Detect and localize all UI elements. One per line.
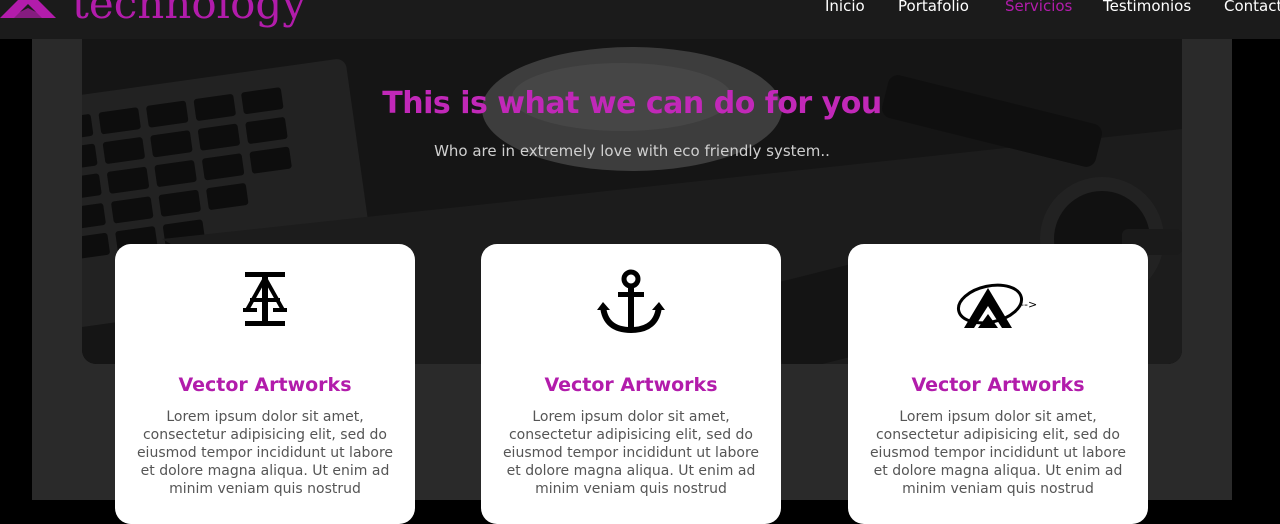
brand-mark-icon xyxy=(0,0,56,18)
hero-title: This is what we can do for you xyxy=(382,86,882,121)
brand-name: technology xyxy=(72,0,306,28)
card-title: Vector Artworks xyxy=(178,374,352,396)
typography-a-icon xyxy=(243,272,287,326)
nav-item-inicio[interactable]: Inicio xyxy=(825,0,865,16)
service-card-1[interactable]: Vector Artworks Lorem ipsum dolor sit am… xyxy=(115,244,415,524)
card-text: Lorem ipsum dolor sit amet, consectetur … xyxy=(869,409,1127,497)
nav-item-contact[interactable]: Contact xyxy=(1224,0,1280,16)
service-card-2[interactable]: Vector Artworks Lorem ipsum dolor sit am… xyxy=(481,244,781,524)
anchor-icon xyxy=(597,269,665,334)
nav-item-portafolio[interactable]: Portafolio xyxy=(898,0,969,16)
card-title: Vector Artworks xyxy=(911,374,1085,396)
arrow-a-logo-icon: --> xyxy=(956,283,1037,328)
card-text: Lorem ipsum dolor sit amet, consectetur … xyxy=(502,409,760,497)
top-navbar: technology Inicio Portafolio Servicios T… xyxy=(0,0,1280,39)
nav-item-testimonios[interactable]: Testimonios xyxy=(1103,0,1191,16)
card-text: Lorem ipsum dolor sit amet, consectetur … xyxy=(136,409,394,497)
icon-caption: --> xyxy=(1020,298,1037,311)
card-title: Vector Artworks xyxy=(544,374,718,396)
nav-item-servicios[interactable]: Servicios xyxy=(1005,0,1072,16)
hero-subtitle: Who are in extremely love with eco frien… xyxy=(434,142,830,160)
service-card-3[interactable]: --> Vector Artworks Lorem ipsum dolor si… xyxy=(848,244,1148,524)
